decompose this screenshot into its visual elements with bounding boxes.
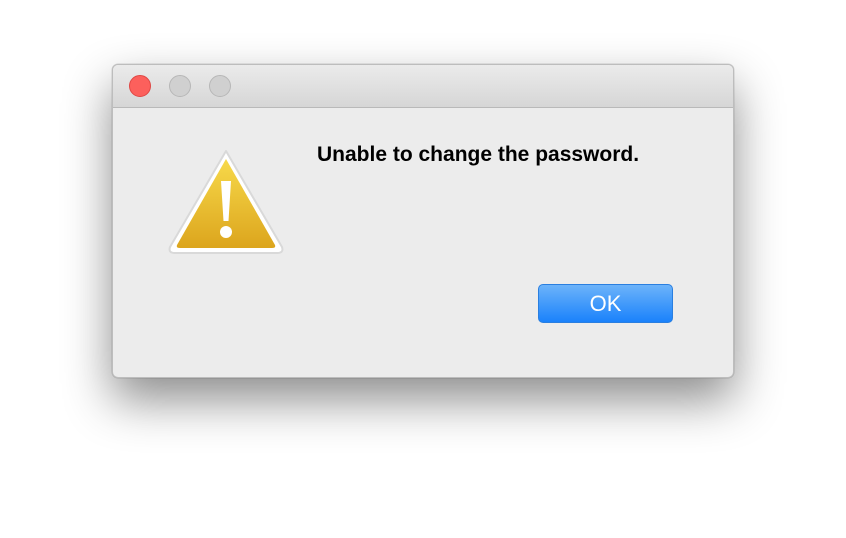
maximize-window-button[interactable] [209,75,231,97]
close-window-button[interactable] [129,75,151,97]
alert-message: Unable to change the password. [317,143,640,166]
ok-button[interactable]: OK [538,284,673,323]
title-bar[interactable] [113,65,733,108]
warning-icon [168,150,284,254]
minimize-window-button[interactable] [169,75,191,97]
alert-dialog: Unable to change the password. OK [112,64,734,378]
